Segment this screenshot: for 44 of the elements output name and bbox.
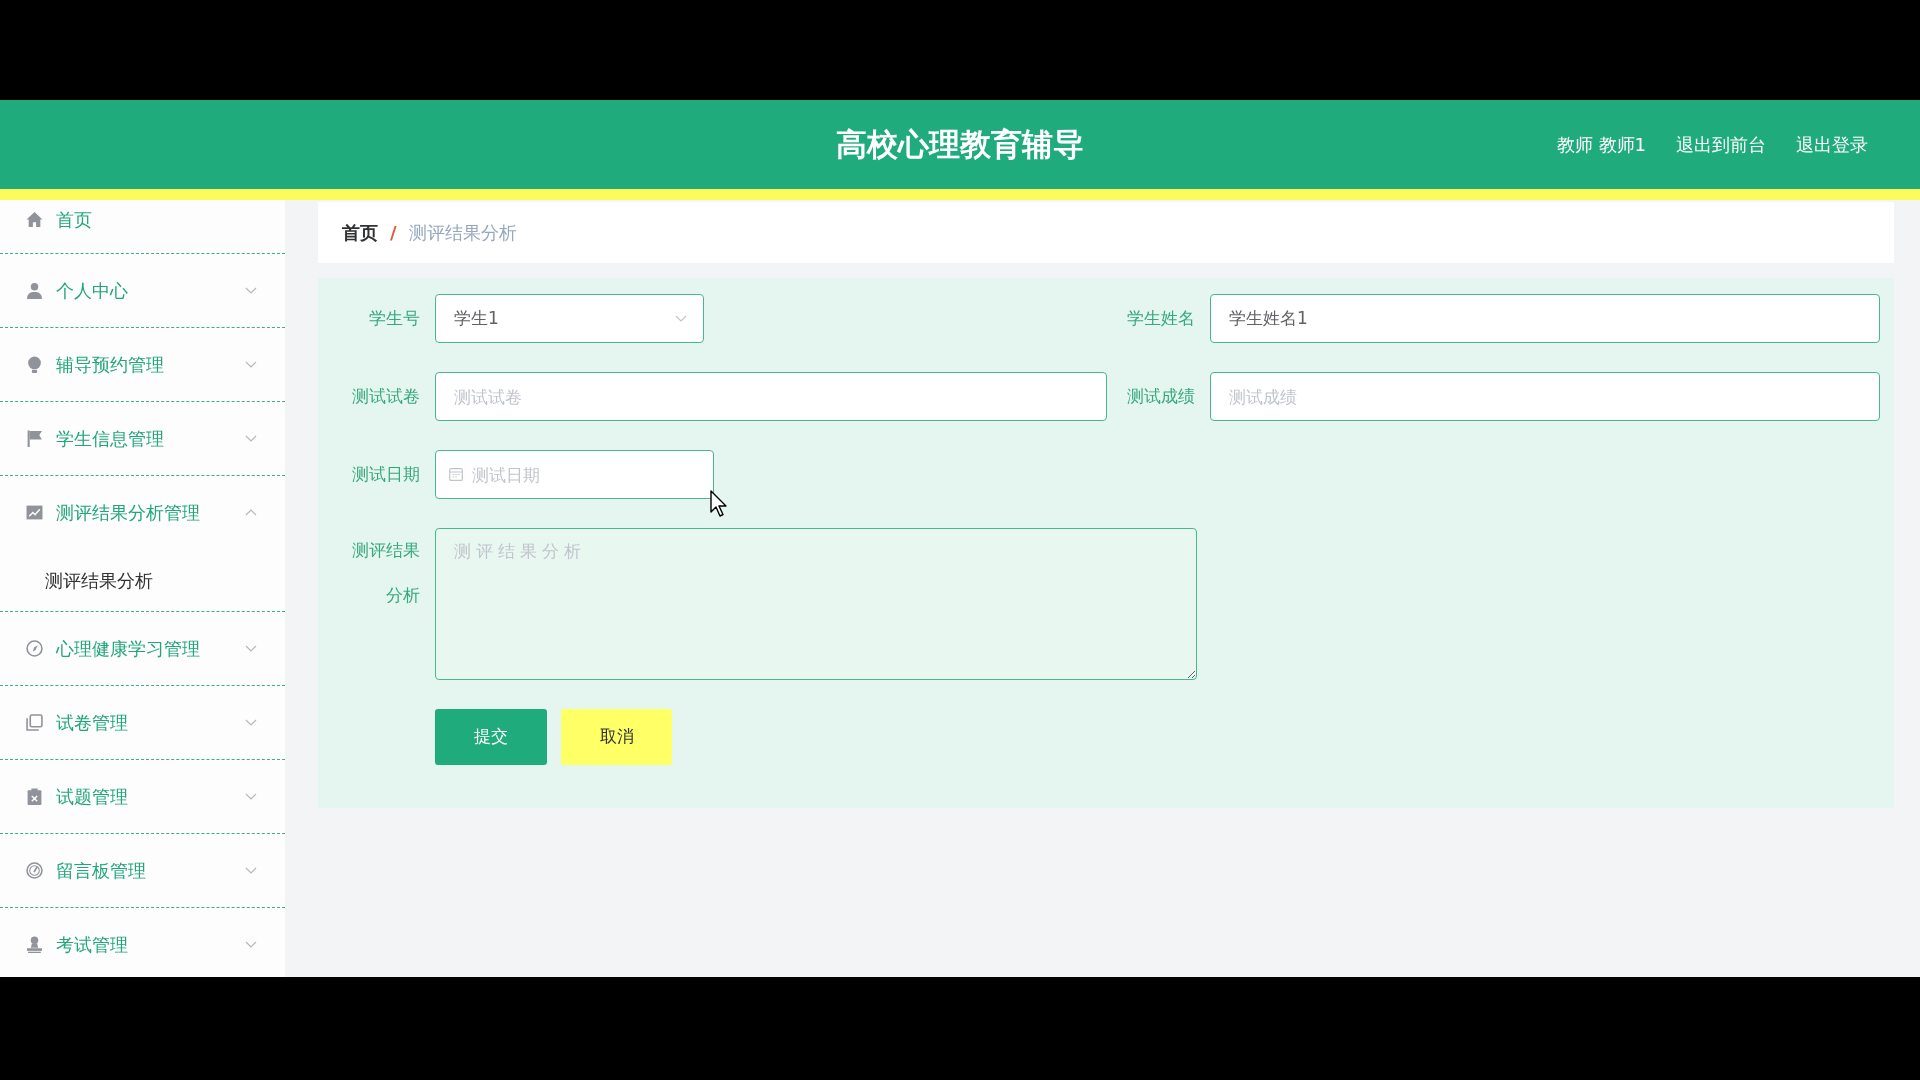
field-label: 学生号	[368, 307, 420, 330]
sidebar-menu-item[interactable]: 试题管理	[0, 760, 285, 833]
sidebar-menu-item[interactable]: 试卷管理	[0, 686, 285, 759]
field-label: 学生姓名	[1126, 307, 1195, 330]
header-link[interactable]: 退出登录	[1796, 131, 1868, 158]
sidebar-menu-item[interactable]: 辅导预约管理	[0, 328, 285, 401]
breadcrumb-link[interactable]: 首页	[342, 219, 378, 246]
site-title: 高校心理教育辅导	[836, 125, 1084, 164]
house-icon	[26, 211, 43, 228]
stamp-icon	[26, 936, 43, 953]
sidebar-menu-item[interactable]: 学生信息管理	[0, 402, 285, 475]
field-label: 测试成绩	[1126, 385, 1195, 408]
sidebar-menu-item[interactable]: 留言板管理	[0, 834, 285, 907]
header-link[interactable]: 退出到前台	[1676, 131, 1766, 158]
clipboard-icon	[26, 788, 43, 805]
breadcrumb-current: 测评结果分析	[408, 221, 517, 245]
line-chart-icon	[26, 504, 43, 521]
calendar-icon	[449, 467, 463, 481]
field-label: 测评结果分析	[351, 539, 420, 607]
user-label: 教师 教师1	[1556, 133, 1646, 157]
input-field[interactable]: 学生姓名1	[1210, 294, 1880, 343]
sidebar-submenu-item[interactable]: 测评结果分析	[0, 549, 285, 611]
copy-icon	[26, 714, 43, 731]
sidebar-item[interactable]: 首页	[0, 200, 285, 253]
breadcrumb-separator: /	[390, 221, 397, 245]
submit-button[interactable]: 提交	[435, 709, 547, 765]
date-field[interactable]: 测试日期	[435, 450, 714, 499]
cancel-button[interactable]: 取消	[561, 709, 672, 765]
person-icon	[26, 282, 43, 299]
field-label: 测试试卷	[351, 385, 420, 408]
mouse-pointer-icon	[710, 490, 728, 517]
flag-icon	[26, 430, 43, 447]
input-field[interactable]: 测试成绩	[1210, 372, 1880, 421]
compass-icon	[26, 640, 43, 657]
sidebar-menu-item[interactable]: 考试管理	[0, 908, 285, 977]
sidebar-menu-item[interactable]: 心理健康学习管理	[0, 612, 285, 685]
input-field[interactable]: 测试试卷	[435, 372, 1107, 421]
field-label: 测试日期	[351, 463, 420, 486]
sidebar-menu-item[interactable]: 测评结果分析管理	[0, 476, 285, 549]
select-field[interactable]: 学生1	[435, 294, 704, 343]
sidebar-menu-item[interactable]: 个人中心	[0, 254, 285, 327]
gauge-icon	[26, 862, 43, 879]
lightbulb-icon	[26, 356, 43, 373]
chevron-icon	[675, 315, 687, 322]
